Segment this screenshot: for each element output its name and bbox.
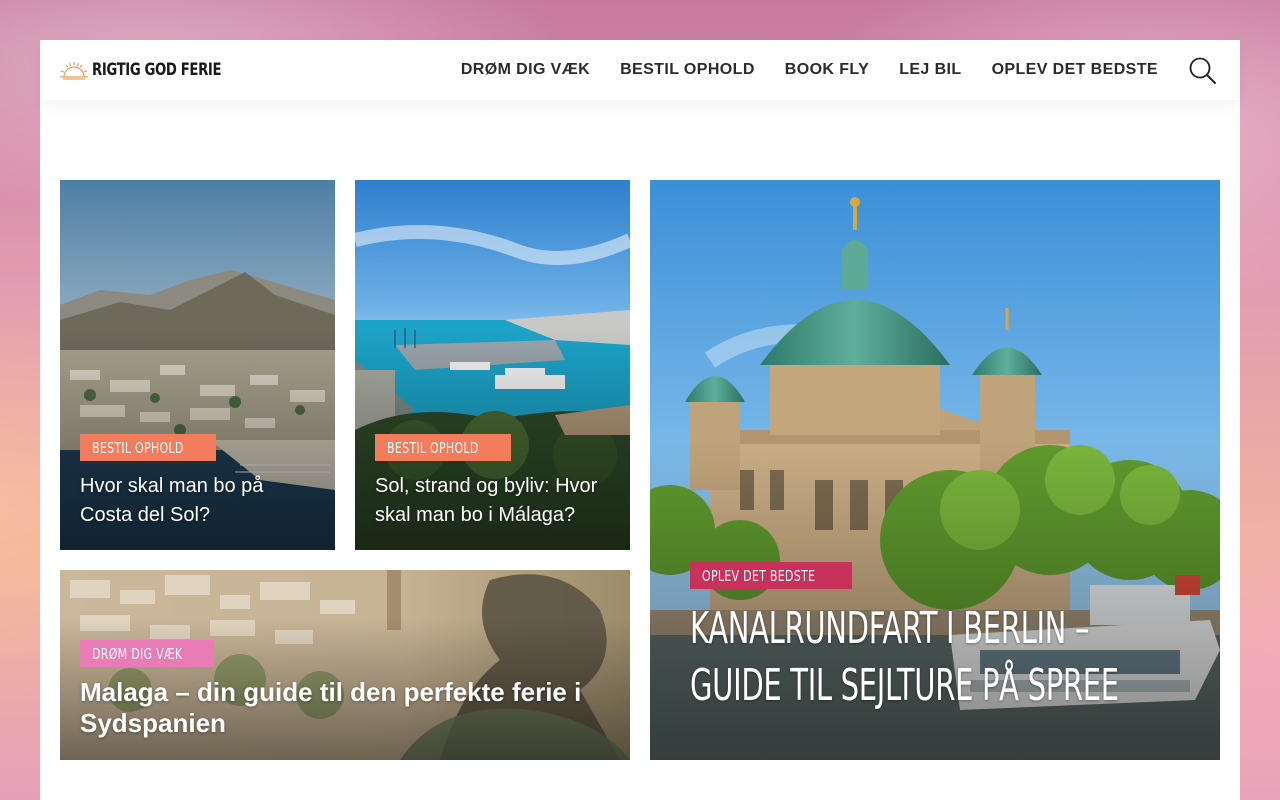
category-badge[interactable]: DRØM DIG VÆK [80, 640, 215, 667]
main-navigation: DRØM DIG VÆK BESTIL OPHOLD BOOK FLY LEJ … [461, 40, 1158, 100]
nav-item-bestil-ophold[interactable]: BESTIL OPHOLD [620, 61, 755, 79]
category-badge[interactable]: BESTIL OPHOLD [80, 434, 216, 461]
post-title[interactable]: KANALRUNDFART I BERLIN – GUIDE TIL SEJLT… [690, 600, 1200, 710]
category-badge[interactable]: OPLEV DET BEDSTE [690, 562, 853, 589]
post-title[interactable]: Malaga – din guide til den perfekte feri… [80, 677, 610, 739]
search-icon [1189, 57, 1216, 84]
nav-item-oplev-det-bedste[interactable]: OPLEV DET BEDSTE [992, 61, 1158, 79]
category-badge[interactable]: BESTIL OPHOLD [375, 434, 511, 461]
post-title[interactable]: Sol, strand og byliv: Hvor skal man bo i… [375, 472, 615, 530]
post-card-malaga-guide[interactable]: DRØM DIG VÆK Malaga – din guide til den … [60, 570, 630, 760]
post-card-costa-del-sol[interactable]: BESTIL OPHOLD Hvor skal man bo på Costa … [60, 180, 335, 550]
nav-item-lej-bil[interactable]: LEJ BIL [899, 61, 961, 79]
post-title[interactable]: Hvor skal man bo på Costa del Sol? [80, 472, 320, 530]
site-logo[interactable]: RIGTIG GOD FERIE [60, 56, 258, 84]
post-card-kanalrundfart-berlin[interactable]: OPLEV DET BEDSTE KANALRUNDFART I BERLIN … [650, 180, 1220, 760]
search-button[interactable] [1188, 56, 1218, 86]
sun-logo-icon [60, 62, 88, 80]
site-header: RIGTIG GOD FERIE DRØM DIG VÆK BESTIL OPH… [40, 40, 1240, 100]
logo-text: RIGTIG GOD FERIE [92, 60, 222, 80]
page-container: RIGTIG GOD FERIE DRØM DIG VÆK BESTIL OPH… [40, 40, 1240, 800]
post-card-malaga-hvor-bo[interactable]: BESTIL OPHOLD Sol, strand og byliv: Hvor… [355, 180, 630, 550]
post-title-text: KANALRUNDFART I BERLIN – GUIDE TIL SEJLT… [690, 603, 1119, 710]
nav-item-book-fly[interactable]: BOOK FLY [785, 61, 869, 79]
nav-item-drom-dig-vaek[interactable]: DRØM DIG VÆK [461, 61, 590, 79]
